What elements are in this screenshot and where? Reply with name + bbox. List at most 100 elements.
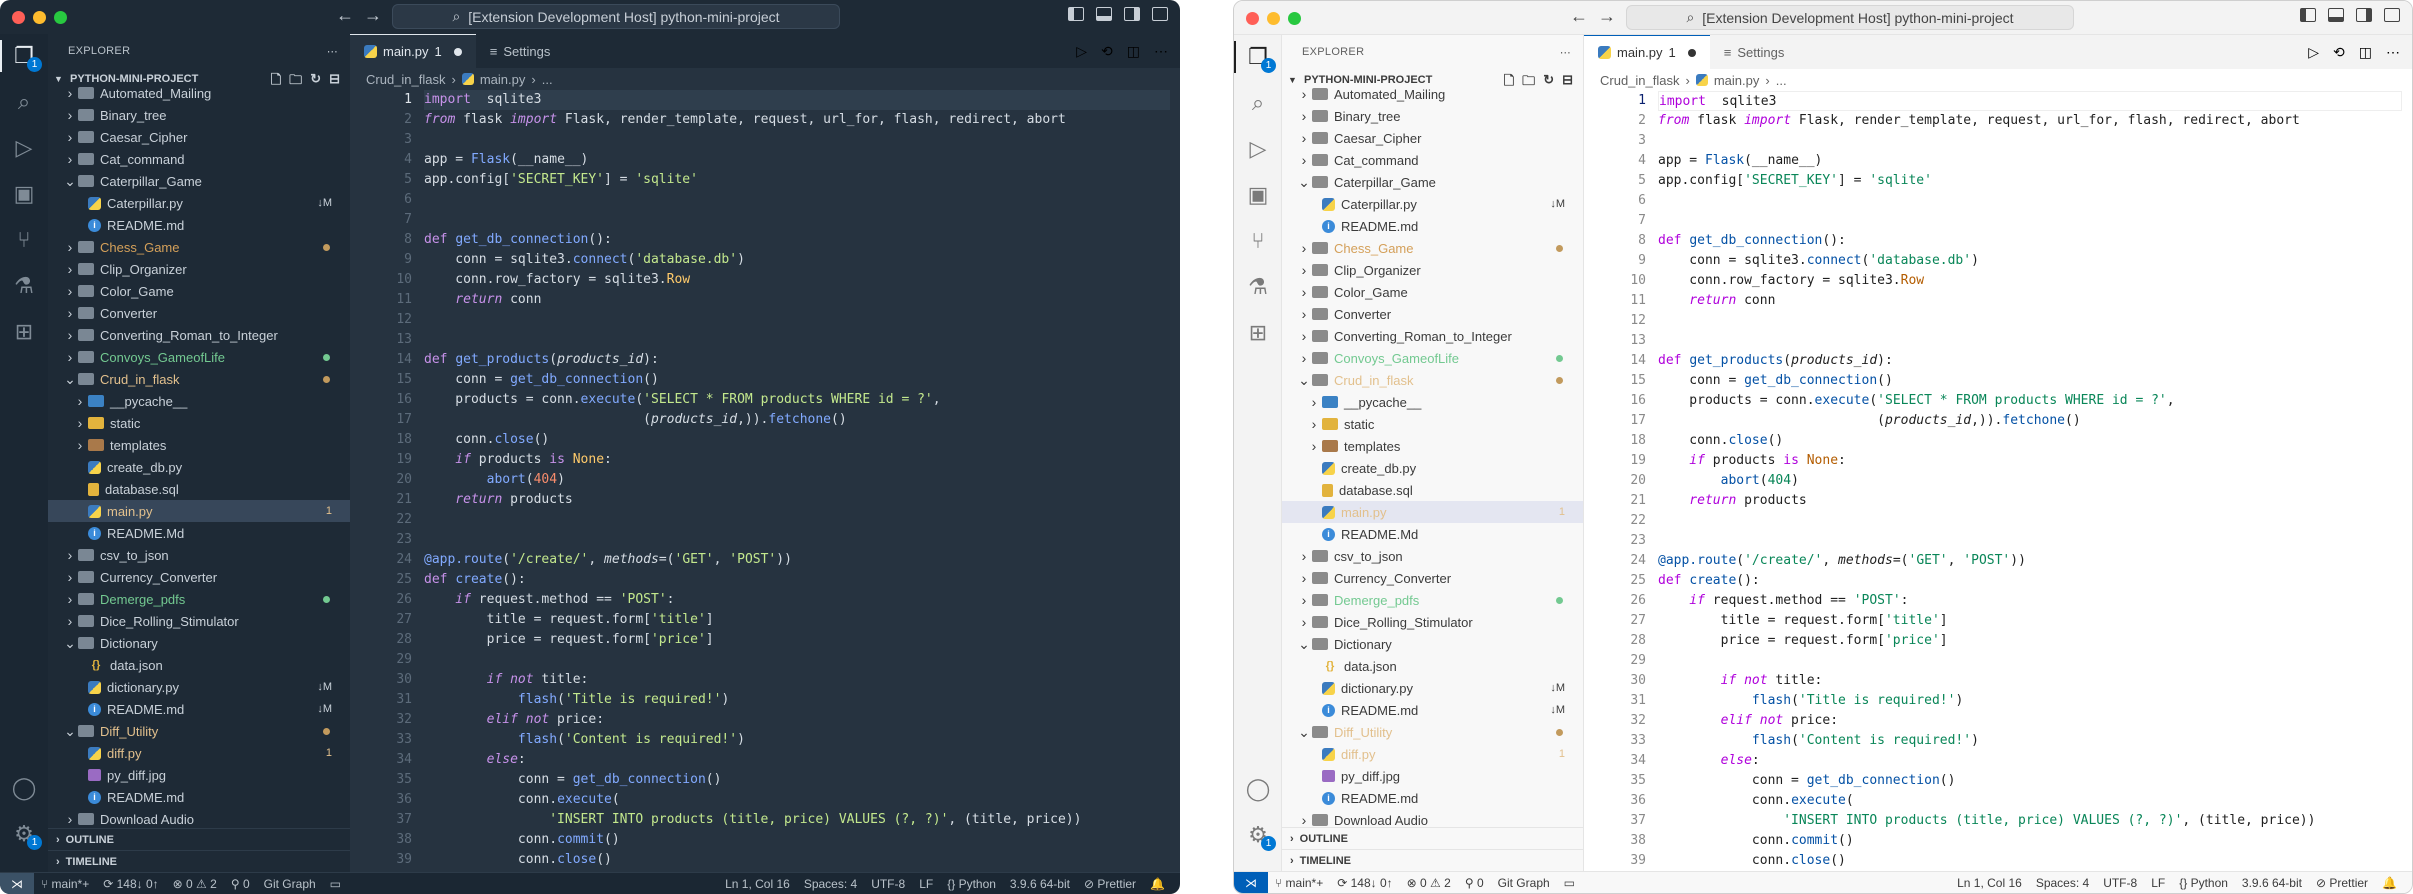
tree-folder[interactable]: ⌄ Crud_in_flask bbox=[48, 368, 350, 390]
code-line[interactable]: conn.commit() bbox=[1658, 831, 2402, 851]
run-debug-icon[interactable]: ▷ bbox=[1242, 133, 1274, 165]
code-line[interactable]: products = conn.execute('SELECT * FROM p… bbox=[424, 390, 1170, 410]
tree-file[interactable]: py_diff.jpg bbox=[48, 764, 350, 786]
timeline-icon[interactable]: ⟲ bbox=[1101, 43, 1113, 60]
tree-folder[interactable]: › Converter bbox=[48, 302, 350, 324]
tree-file[interactable]: create_db.py bbox=[1282, 457, 1583, 479]
tree-file[interactable]: database.sql bbox=[48, 478, 350, 500]
remote-indicator-icon[interactable]: ⋊ bbox=[0, 872, 34, 894]
tree-folder[interactable]: › Binary_tree bbox=[48, 104, 350, 126]
tree-file[interactable]: database.sql bbox=[1282, 479, 1583, 501]
code-line[interactable]: return conn bbox=[1658, 291, 2402, 311]
breadcrumb-folder[interactable]: Crud_in_flask bbox=[366, 72, 446, 87]
breadcrumb-file[interactable]: main.py bbox=[1714, 73, 1760, 88]
code-line[interactable]: else: bbox=[1658, 751, 2402, 771]
customize-layout-icon[interactable] bbox=[1152, 7, 1168, 21]
tree-folder[interactable]: › Clip_Organizer bbox=[1282, 259, 1583, 281]
tree-folder[interactable]: › __pycache__ bbox=[1282, 391, 1583, 413]
code-line[interactable]: flash('Title is required!') bbox=[424, 690, 1170, 710]
code-line[interactable] bbox=[424, 190, 1170, 210]
language-mode[interactable]: {} Python bbox=[2172, 876, 2235, 890]
customize-layout-icon[interactable] bbox=[2384, 8, 2400, 22]
breadcrumb-symbol[interactable]: ... bbox=[542, 72, 553, 87]
back-arrow-icon[interactable]: ← bbox=[1570, 6, 1588, 27]
git-graph-button[interactable]: Git Graph bbox=[257, 877, 323, 891]
notifications-bell-icon[interactable]: 🔔 bbox=[2375, 876, 2404, 890]
code-line[interactable]: abort(404) bbox=[1658, 471, 2402, 491]
code-line[interactable]: @app.route('/create/', methods=('GET', '… bbox=[424, 550, 1170, 570]
tree-folder[interactable]: › Color_Game bbox=[48, 280, 350, 302]
tree-file[interactable]: diff.py 1 bbox=[1282, 743, 1583, 765]
tab-main-py[interactable]: main.py 1 bbox=[350, 34, 476, 68]
tree-folder[interactable]: › Converter bbox=[1282, 303, 1583, 325]
more-actions-icon[interactable]: ⋯ bbox=[1154, 43, 1168, 60]
code-line[interactable]: app.config['SECRET_KEY'] = 'sqlite' bbox=[424, 170, 1170, 190]
tree-folder[interactable]: › Caesar_Cipher bbox=[48, 126, 350, 148]
code-line[interactable] bbox=[1658, 651, 2402, 671]
code-line[interactable]: import sqlite3 bbox=[424, 90, 1170, 110]
toggle-sidebar-icon[interactable] bbox=[2300, 8, 2316, 22]
remote-explorer-icon[interactable]: ▣ bbox=[8, 178, 40, 210]
tree-file[interactable]: dictionary.py ↓M bbox=[48, 676, 350, 698]
code-line[interactable]: conn.row_factory = sqlite3.Row bbox=[1658, 271, 2402, 291]
back-arrow-icon[interactable]: ← bbox=[336, 5, 354, 26]
tree-folder[interactable]: › templates bbox=[1282, 435, 1583, 457]
code-line[interactable]: products = conn.execute('SELECT * FROM p… bbox=[1658, 391, 2402, 411]
search-icon[interactable]: ⌕ bbox=[1242, 87, 1274, 119]
source-control-icon[interactable]: ⑂ bbox=[1242, 225, 1274, 257]
code-line[interactable]: if request.method == 'POST': bbox=[1658, 591, 2402, 611]
code-line[interactable]: def get_db_connection(): bbox=[1658, 231, 2402, 251]
code-line[interactable]: conn.close() bbox=[1658, 851, 2402, 871]
tree-file[interactable]: dictionary.py ↓M bbox=[1282, 677, 1583, 699]
tree-folder[interactable]: ⌄ Diff_Utility bbox=[1282, 721, 1583, 743]
timeline-section[interactable]: › TIMELINE bbox=[1282, 849, 1583, 871]
code-line[interactable]: conn = get_db_connection() bbox=[424, 770, 1170, 790]
code-lines[interactable]: import sqlite3 from flask import Flask, r… bbox=[424, 90, 1170, 870]
split-editor-icon[interactable]: ◫ bbox=[2359, 44, 2372, 61]
tree-folder[interactable]: ⌄ Dictionary bbox=[48, 632, 350, 654]
ports-indicator[interactable]: ⚲ 0 bbox=[224, 877, 257, 891]
extensions-icon[interactable]: ⊞ bbox=[8, 316, 40, 348]
tab-main-py[interactable]: main.py 1 bbox=[1584, 35, 1710, 69]
end-of-line[interactable]: LF bbox=[2144, 876, 2172, 890]
language-mode[interactable]: {} Python bbox=[940, 877, 1003, 891]
tree-folder[interactable]: › Download Audio bbox=[1282, 809, 1583, 827]
sync-indicator[interactable]: ⟳ 148↓ 0↑ bbox=[96, 877, 165, 891]
tree-folder[interactable]: › csv_to_json bbox=[1282, 545, 1583, 567]
code-line[interactable]: if request.method == 'POST': bbox=[424, 590, 1170, 610]
code-line[interactable]: conn = get_db_connection() bbox=[424, 370, 1170, 390]
code-line[interactable]: def create(): bbox=[424, 570, 1170, 590]
code-line[interactable]: 'INSERT INTO products (title, price) VAL… bbox=[1658, 811, 2402, 831]
timeline-section[interactable]: › TIMELINE bbox=[48, 850, 350, 872]
code-line[interactable]: conn.commit() bbox=[424, 830, 1170, 850]
remote-explorer-icon[interactable]: ▣ bbox=[1242, 179, 1274, 211]
tree-file[interactable]: i README.md bbox=[48, 786, 350, 808]
tree-folder[interactable]: › csv_to_json bbox=[48, 544, 350, 566]
tree-file[interactable]: {} data.json bbox=[48, 654, 350, 676]
tree-folder[interactable]: › Binary_tree bbox=[1282, 105, 1583, 127]
tree-file[interactable]: i README.Md bbox=[1282, 523, 1583, 545]
breadcrumb-file[interactable]: main.py bbox=[480, 72, 526, 87]
python-interpreter[interactable]: 3.9.6 64-bit bbox=[2235, 876, 2309, 890]
code-line[interactable]: flash('Content is required!') bbox=[424, 730, 1170, 750]
close-window-button[interactable] bbox=[12, 11, 25, 24]
search-icon[interactable]: ⌕ bbox=[8, 86, 40, 118]
forward-arrow-icon[interactable]: → bbox=[1598, 6, 1616, 27]
code-line[interactable]: title = request.form['title'] bbox=[1658, 611, 2402, 631]
tree-folder[interactable]: › Chess_Game bbox=[1282, 237, 1583, 259]
maximize-window-button[interactable] bbox=[1288, 12, 1301, 25]
tree-folder[interactable]: › Convoys_GameofLife bbox=[48, 346, 350, 368]
tree-folder[interactable]: › Clip_Organizer bbox=[48, 258, 350, 280]
notification-tray-icon[interactable]: ▭ bbox=[323, 877, 348, 891]
python-interpreter[interactable]: 3.9.6 64-bit bbox=[1003, 877, 1077, 891]
tree-folder[interactable]: › Currency_Converter bbox=[48, 566, 350, 588]
tree-folder[interactable]: › Automated_Mailing bbox=[48, 82, 350, 104]
code-line[interactable]: app = Flask(__name__) bbox=[424, 150, 1170, 170]
tree-folder[interactable]: › Color_Game bbox=[1282, 281, 1583, 303]
tree-folder[interactable]: ⌄ Diff_Utility bbox=[48, 720, 350, 742]
breadcrumb-symbol[interactable]: ... bbox=[1776, 73, 1787, 88]
code-lines[interactable]: import sqlite3 from flask import Flask, r… bbox=[1658, 91, 2402, 871]
tree-file[interactable]: main.py 1 bbox=[1282, 501, 1583, 523]
tree-folder[interactable]: ⌄ Caterpillar_Game bbox=[48, 170, 350, 192]
tree-folder[interactable]: › Currency_Converter bbox=[1282, 567, 1583, 589]
